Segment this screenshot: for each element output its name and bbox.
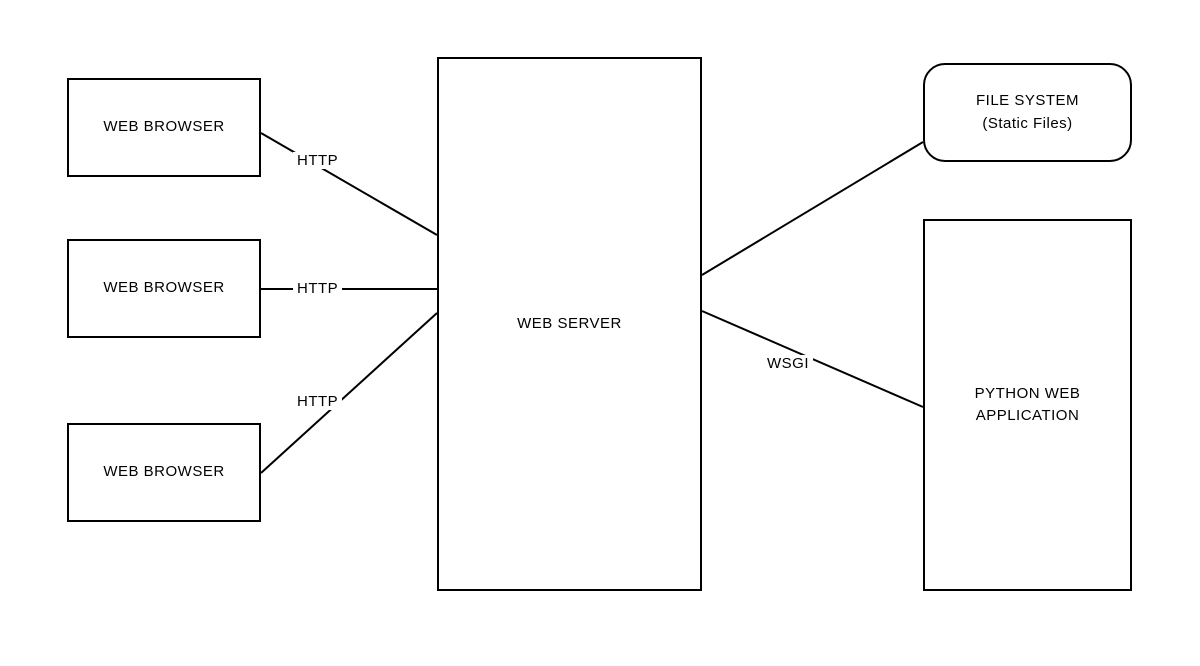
http-label-1: HTTP — [293, 152, 342, 169]
web-browser-1: WEB BROWSER — [67, 78, 261, 177]
http-label-3: HTTP — [293, 393, 342, 410]
file-system: FILE SYSTEM (Static Files) — [923, 63, 1132, 162]
web-browser-2: WEB BROWSER — [67, 239, 261, 338]
file-system-subtitle: (Static Files) — [982, 115, 1072, 132]
web-browser-2-label: WEB BROWSER — [103, 277, 224, 300]
python-app-line1: PYTHON WEB — [975, 385, 1081, 402]
web-browser-3-label: WEB BROWSER — [103, 461, 224, 484]
web-server-label: WEB SERVER — [517, 313, 622, 336]
web-browser-1-label: WEB BROWSER — [103, 116, 224, 139]
python-web-application: PYTHON WEB APPLICATION — [923, 219, 1132, 591]
web-server: WEB SERVER — [437, 57, 702, 591]
wsgi-label: WSGI — [763, 355, 813, 372]
file-system-title: FILE SYSTEM — [976, 92, 1079, 109]
python-app-line2: APPLICATION — [976, 407, 1080, 424]
web-browser-3: WEB BROWSER — [67, 423, 261, 522]
http-label-2: HTTP — [293, 280, 342, 297]
